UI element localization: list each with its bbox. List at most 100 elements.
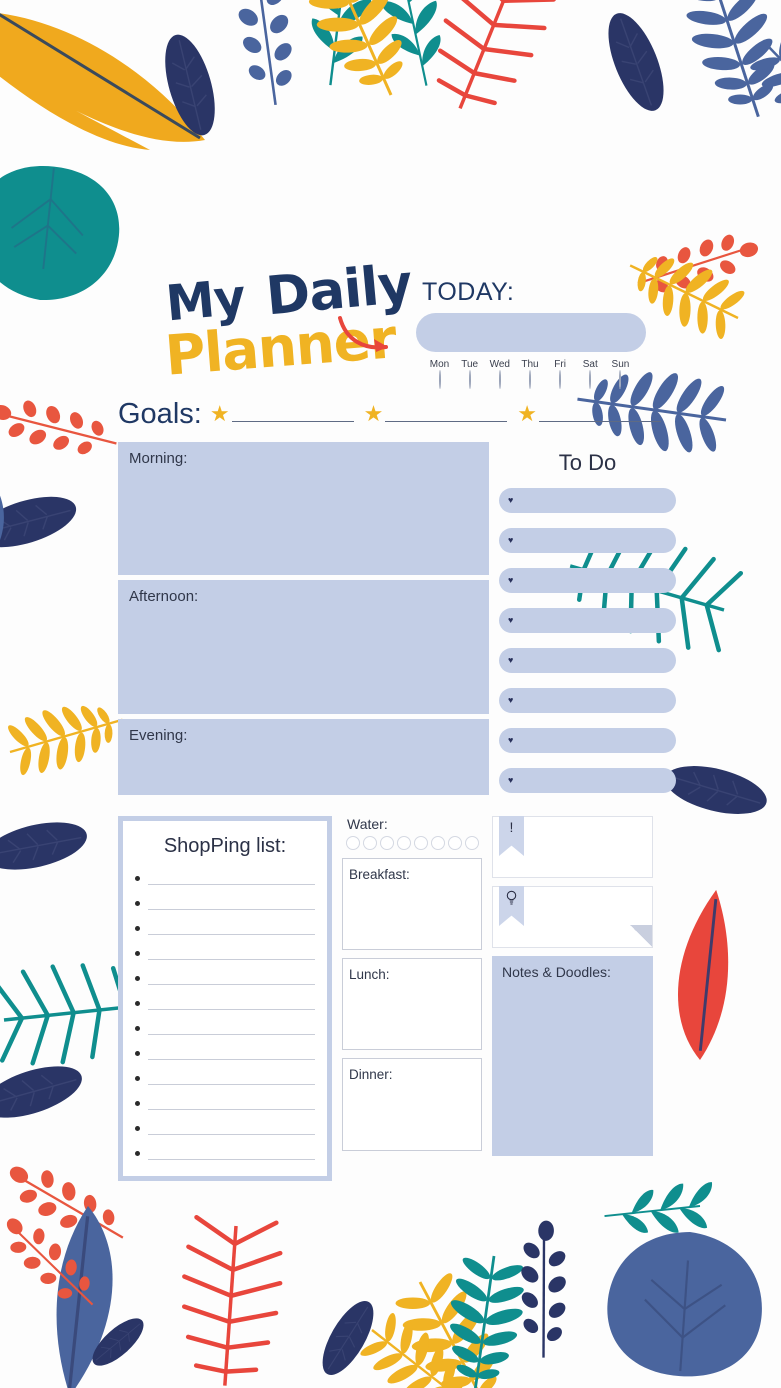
shopping-input[interactable]: [148, 1048, 315, 1060]
planner-content: My Daily Planner TODAY: Mon Tue Wed Thu …: [118, 254, 684, 1202]
todo-item[interactable]: ♥: [499, 528, 676, 553]
shopping-input[interactable]: [148, 998, 315, 1010]
shopping-list-item[interactable]: [135, 1066, 315, 1091]
todo-item[interactable]: ♥: [499, 768, 676, 793]
meal-box-dinner[interactable]: Dinner:: [342, 1058, 482, 1151]
shopping-list-title: ShopPing list:: [163, 835, 287, 857]
exclamation-bookmark-icon: !: [499, 816, 524, 856]
goal-input[interactable]: [385, 406, 508, 422]
weekday-wed[interactable]: Wed: [486, 359, 513, 389]
schedule-section: Morning: Afternoon: Evening:: [118, 442, 489, 807]
shopping-list-item[interactable]: [135, 916, 315, 941]
weekday-radio[interactable]: [559, 370, 562, 389]
shopping-list-item[interactable]: [135, 991, 315, 1016]
shopping-list-item[interactable]: [135, 1141, 315, 1166]
water-glass-checkbox[interactable]: [363, 836, 377, 850]
todo-item[interactable]: ♥: [499, 728, 676, 753]
shopping-input[interactable]: [148, 1123, 315, 1135]
water-glass-checkbox[interactable]: [346, 836, 360, 850]
todo-item[interactable]: ♥: [499, 688, 676, 713]
shopping-input[interactable]: [148, 1148, 315, 1160]
weekday-fri[interactable]: Fri: [547, 359, 574, 389]
goals-label: Goals:: [118, 397, 202, 430]
schedule-block-morning[interactable]: Morning:: [118, 442, 489, 575]
shopping-list-item[interactable]: [135, 866, 315, 891]
weekday-radio[interactable]: [589, 370, 592, 389]
weekday-thu[interactable]: Thu: [516, 359, 543, 389]
water-glass-checkbox[interactable]: [414, 836, 428, 850]
bottom-section: ShopPing list: Water: Breakfast: Lunch: …: [118, 816, 684, 1184]
todo-title: To Do: [558, 450, 617, 475]
shopping-list-item[interactable]: [135, 1016, 315, 1041]
bullet-dot-icon: [135, 926, 140, 931]
goal-input[interactable]: [231, 406, 354, 422]
shopping-input[interactable]: [148, 1098, 315, 1110]
shopping-input[interactable]: [148, 973, 315, 985]
weekday-radio[interactable]: [498, 370, 501, 389]
weekday-radio[interactable]: [619, 370, 622, 389]
goal-entry-2[interactable]: ★: [364, 403, 508, 425]
schedule-label: Afternoon:: [129, 588, 199, 605]
schedule-label: Evening:: [129, 727, 188, 744]
schedule-and-todo: Morning: Afternoon: Evening: To Do ♥ ♥ ♥…: [118, 442, 684, 807]
meal-box-breakfast[interactable]: Breakfast:: [342, 858, 482, 950]
todo-section: To Do ♥ ♥ ♥ ♥ ♥ ♥ ♥ ♥: [499, 442, 676, 807]
goal-entry-3[interactable]: ★: [517, 403, 662, 425]
shopping-input[interactable]: [148, 948, 315, 960]
bullet-dot-icon: [135, 876, 140, 881]
todo-item[interactable]: ♥: [499, 488, 676, 513]
schedule-block-evening[interactable]: Evening:: [118, 719, 489, 795]
weekday-mon[interactable]: Mon: [426, 359, 453, 389]
water-glass-checkbox[interactable]: [431, 836, 445, 850]
meal-box-lunch[interactable]: Lunch:: [342, 958, 482, 1050]
planner-page: My Daily Planner TODAY: Mon Tue Wed Thu …: [0, 0, 781, 1388]
planner-logo: My Daily Planner: [118, 254, 418, 388]
water-tracker: [346, 836, 482, 850]
weekday-radio[interactable]: [438, 370, 441, 389]
shopping-list-item[interactable]: [135, 891, 315, 916]
heart-icon: ♥: [508, 775, 514, 785]
bullet-dot-icon: [135, 1051, 140, 1056]
heart-icon: ♥: [508, 575, 514, 585]
star-icon: ★: [363, 401, 384, 426]
water-glass-checkbox[interactable]: [380, 836, 394, 850]
notes-and-doodles-box[interactable]: Notes & Doodles:: [492, 956, 653, 1156]
weekday-sun[interactable]: Sun: [607, 359, 634, 389]
shopping-input[interactable]: [148, 1023, 315, 1035]
bullet-dot-icon: [135, 951, 140, 956]
todo-item[interactable]: ♥: [499, 608, 676, 633]
shopping-list-item[interactable]: [135, 1041, 315, 1066]
shopping-list-item[interactable]: [135, 941, 315, 966]
shopping-list-item[interactable]: [135, 1116, 315, 1141]
shopping-list-item[interactable]: [135, 1091, 315, 1116]
today-label: TODAY:: [422, 278, 515, 306]
todo-item[interactable]: ♥: [499, 648, 676, 673]
today-date-input[interactable]: [416, 313, 646, 352]
notes-label: Notes & Doodles:: [502, 964, 611, 980]
water-glass-checkbox[interactable]: [397, 836, 411, 850]
weekday-sat[interactable]: Sat: [577, 359, 604, 389]
water-glass-checkbox[interactable]: [465, 836, 479, 850]
goals-section: Goals: ★ ★ ★: [118, 392, 684, 436]
shopping-input[interactable]: [148, 1073, 315, 1085]
weekday-radio[interactable]: [528, 370, 531, 389]
shopping-input[interactable]: [148, 923, 315, 935]
schedule-block-afternoon[interactable]: Afternoon:: [118, 580, 489, 714]
shopping-input[interactable]: [148, 873, 315, 885]
weekday-label: Sat: [582, 359, 598, 370]
shopping-input[interactable]: [148, 898, 315, 910]
goal-input[interactable]: [539, 406, 662, 422]
weekday-tue[interactable]: Tue: [456, 359, 483, 389]
meal-label: Lunch:: [349, 967, 390, 982]
shopping-list-item[interactable]: [135, 966, 315, 991]
idea-note-box[interactable]: [492, 886, 653, 948]
curved-arrow-icon: [338, 316, 388, 352]
bullet-dot-icon: [135, 1126, 140, 1131]
water-glass-checkbox[interactable]: [448, 836, 462, 850]
todo-item[interactable]: ♥: [499, 568, 676, 593]
weekday-selector: Mon Tue Wed Thu Fri Sat Sun: [426, 359, 634, 389]
weekday-radio[interactable]: [468, 370, 471, 389]
today-section: TODAY: Mon Tue Wed Thu Fri Sat Sun: [416, 278, 656, 389]
priority-note-box[interactable]: !: [492, 816, 653, 878]
goal-entry-1[interactable]: ★: [210, 403, 354, 425]
